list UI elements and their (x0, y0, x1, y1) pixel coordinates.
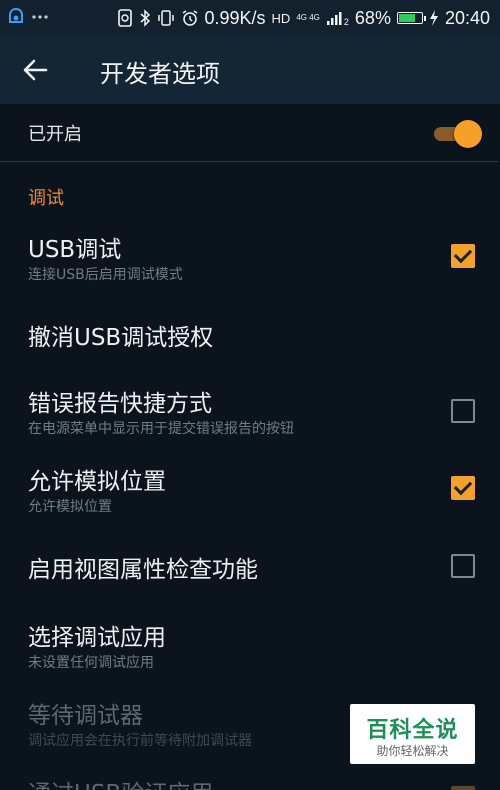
status-bar: 0.99K/s HD 4G 4G 2 68% 20:40 (0, 0, 500, 36)
view-attribute-checkbox[interactable] (451, 554, 475, 578)
watermark-logo: 百科全说 助你轻松解决 (350, 704, 475, 764)
setting-title: 允许模拟位置 (28, 469, 166, 495)
developer-options-switch[interactable] (432, 120, 482, 148)
alarm-icon (182, 10, 197, 26)
setting-title: 撤消USB调试授权 (28, 325, 214, 351)
hd-label: HD (271, 10, 291, 26)
app-bar: 开发者选项 (0, 36, 500, 104)
setting-revoke-usb-auth[interactable]: 撤消USB调试授权 (0, 312, 500, 362)
watermark-subtitle: 助你轻松解决 (376, 744, 449, 758)
setting-title: 等待调试器 (28, 703, 143, 729)
notification-app-icon (9, 8, 23, 23)
more-dots-icon (32, 15, 48, 19)
setting-subtitle: 未设置任何调试应用 (28, 655, 154, 671)
setting-title: 错误报告快捷方式 (28, 391, 212, 417)
section-header-debug: 调试 (28, 188, 64, 209)
clock: 20:40 (444, 7, 490, 28)
divider (0, 161, 498, 162)
setting-usb-debugging[interactable]: USB调试 连接USB后启用调试模式 (0, 226, 500, 290)
nfc-icon (117, 9, 132, 27)
battery-percent: 68% (354, 7, 391, 28)
setting-bug-report-shortcut[interactable]: 错误报告快捷方式 在电源菜单中显示用于提交错误报告的按钮 (0, 380, 500, 444)
developer-options-toggle-row[interactable]: 已开启 (0, 104, 500, 162)
network-type: 4G 4G (296, 13, 320, 22)
toggle-label: 已开启 (28, 124, 82, 145)
setting-verify-apps-over-usb[interactable]: 通过USB验证应用 (0, 770, 500, 790)
sim-index: 2 (343, 17, 349, 27)
setting-subtitle: 连接USB后启用调试模式 (28, 267, 183, 283)
charging-icon (429, 10, 438, 26)
setting-title: 选择调试应用 (28, 625, 166, 651)
setting-subtitle: 调试应用会在执行前等待附加调试器 (28, 733, 252, 749)
setting-select-debug-app[interactable]: 选择调试应用 未设置任何调试应用 (0, 614, 500, 678)
usb-debugging-checkbox[interactable] (451, 244, 475, 268)
mock-location-checkbox[interactable] (451, 476, 475, 500)
verify-apps-checkbox[interactable] (451, 786, 475, 790)
signal-icon (326, 12, 342, 25)
setting-view-attribute-inspection[interactable]: 启用视图属性检查功能 (0, 546, 500, 596)
bluetooth-icon (140, 9, 150, 27)
status-bar-left (8, 8, 48, 26)
page-title: 开发者选项 (100, 60, 220, 88)
setting-title: 通过USB验证应用 (28, 774, 213, 790)
status-bar-right: 0.99K/s HD 4G 4G 2 68% 20:40 (117, 0, 490, 36)
setting-subtitle: 在电源菜单中显示用于提交错误报告的按钮 (28, 421, 294, 437)
bug-report-checkbox[interactable] (451, 399, 475, 423)
back-arrow-icon[interactable] (22, 56, 50, 84)
setting-title: 启用视图属性检查功能 (28, 557, 258, 583)
battery-icon (396, 12, 426, 24)
setting-mock-location[interactable]: 允许模拟位置 允许模拟位置 (0, 458, 500, 522)
setting-title: USB调试 (28, 237, 122, 263)
setting-subtitle: 允许模拟位置 (28, 499, 112, 515)
vibrate-icon (157, 10, 174, 26)
watermark-title: 百科全说 (366, 718, 459, 743)
switch-thumb (454, 120, 482, 148)
net-speed: 0.99K/s (204, 7, 266, 28)
